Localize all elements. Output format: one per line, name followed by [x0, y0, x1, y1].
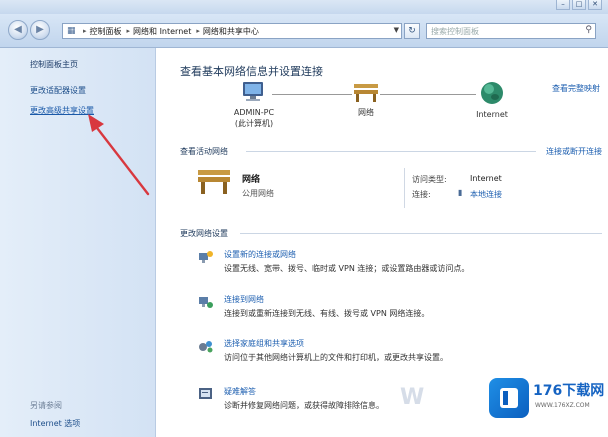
title-bar: – □ ✕ [0, 0, 608, 14]
change-settings-heading: 更改网络设置 [180, 229, 228, 238]
map-node-network[interactable]: 网络 [336, 80, 396, 118]
task-description: 设置无线、宽带、拨号、临时或 VPN 连接；或设置路由器或访问点。 [224, 264, 470, 273]
homegroup-icon [199, 341, 213, 353]
local-connection-link[interactable]: 本地连接 [470, 189, 502, 200]
access-type-value: Internet [470, 174, 502, 183]
sidebar: 控制面板主页 更改适配器设置 更改高级共享设置 另请参阅 Internet 选项 [0, 48, 156, 437]
access-type-label: 访问类型: [412, 175, 447, 184]
task-description: 连接到或重新连接到无线、有线、拨号或 VPN 网络连接。 [224, 309, 430, 318]
network-map: ADMIN-PC (此计算机) 网络 Internet [180, 80, 540, 142]
chevron-right-icon: ▸ [83, 27, 87, 35]
computer-name: ADMIN-PC [233, 108, 275, 117]
site-watermark-logo: 176下载网 WWW.176XZ.COM [489, 378, 605, 422]
see-also-heading: 另请参阅 [30, 401, 62, 410]
active-network-name: 网络 [242, 175, 261, 185]
search-icon[interactable]: ⚲ [585, 25, 592, 35]
logo-icon [500, 388, 518, 408]
globe-icon [481, 82, 503, 104]
sidebar-item-adapter-settings[interactable]: 更改适配器设置 [30, 85, 86, 96]
search-placeholder: 搜索控制面板 [431, 27, 479, 36]
task-title[interactable]: 选择家庭组和共享选项 [224, 338, 304, 349]
back-button[interactable]: ◀ [8, 20, 28, 40]
network-type-link[interactable]: 公用网络 [242, 188, 274, 199]
sidebar-item-internet-options[interactable]: Internet 选项 [30, 418, 80, 429]
computer-icon [243, 82, 263, 101]
internet-name: Internet [476, 110, 508, 119]
connect-network-icon [199, 297, 213, 308]
task-description: 诊断并修复网络问题，或获得故障排除信息。 [224, 401, 384, 410]
task-title[interactable]: 设置新的连接或网络 [224, 249, 296, 260]
chevron-right-icon: ▸ [196, 27, 200, 35]
connect-disconnect-link[interactable]: 连接或断开连接 [546, 146, 602, 157]
minimize-button[interactable]: – [556, 0, 570, 10]
connections-label: 连接: [412, 190, 431, 199]
task-title[interactable]: 疑难解答 [224, 386, 256, 397]
refresh-button[interactable]: ↻ [404, 23, 420, 39]
active-networks-heading: 查看活动网络 [180, 147, 228, 156]
search-input[interactable]: 搜索控制面板 ⚲ [426, 23, 596, 39]
sidebar-item-home[interactable]: 控制面板主页 [30, 59, 78, 70]
control-panel-icon: ▦ [67, 26, 76, 36]
windows-watermark: W [400, 385, 425, 410]
computer-subtitle: (此计算机) [234, 119, 274, 128]
divider [240, 233, 602, 234]
chevron-right-icon: ▸ [126, 27, 131, 35]
address-bar[interactable]: ▦ ▸ 控制面板 ▸ 网络和 Internet ▸ 网络和共享中心 ▼ [62, 23, 402, 39]
forward-button[interactable]: ▶ [30, 20, 50, 40]
breadcrumb-network-sharing[interactable]: 网络和共享中心 [203, 26, 259, 37]
bench-icon [354, 84, 378, 102]
watermark-url: WWW.176XZ.COM [535, 402, 590, 409]
task-title[interactable]: 连接到网络 [224, 294, 264, 305]
task-description: 访问位于其他网络计算机上的文件和打印机，或更改共享设置。 [224, 353, 448, 362]
breadcrumb-control-panel[interactable]: 控制面板 [90, 26, 122, 37]
breadcrumb-network-internet[interactable]: 网络和 Internet [133, 26, 191, 37]
page-title: 查看基本网络信息并设置连接 [180, 65, 323, 78]
map-node-internet[interactable]: Internet [462, 80, 522, 120]
new-connection-icon [199, 251, 213, 263]
chevron-down-icon[interactable]: ▼ [394, 26, 399, 34]
red-arrow-annotation [88, 114, 150, 196]
divider [246, 151, 536, 152]
navigation-bar: ◀ ▶ ▦ ▸ 控制面板 ▸ 网络和 Internet ▸ 网络和共享中心 ▼ … [0, 14, 608, 48]
ethernet-icon: ▮ [458, 188, 463, 197]
network-name: 网络 [358, 108, 374, 117]
bench-icon [198, 170, 230, 194]
view-full-map-link[interactable]: 查看完整映射 [552, 83, 600, 94]
map-node-computer[interactable]: ADMIN-PC (此计算机) [214, 80, 294, 129]
window-controls: – □ ✕ [554, 0, 602, 12]
troubleshoot-icon [199, 388, 212, 399]
divider [404, 168, 405, 208]
watermark-brand: 176下载网 [533, 383, 605, 399]
maximize-button[interactable]: □ [572, 0, 586, 10]
close-button[interactable]: ✕ [588, 0, 602, 10]
logo-badge [489, 378, 529, 418]
